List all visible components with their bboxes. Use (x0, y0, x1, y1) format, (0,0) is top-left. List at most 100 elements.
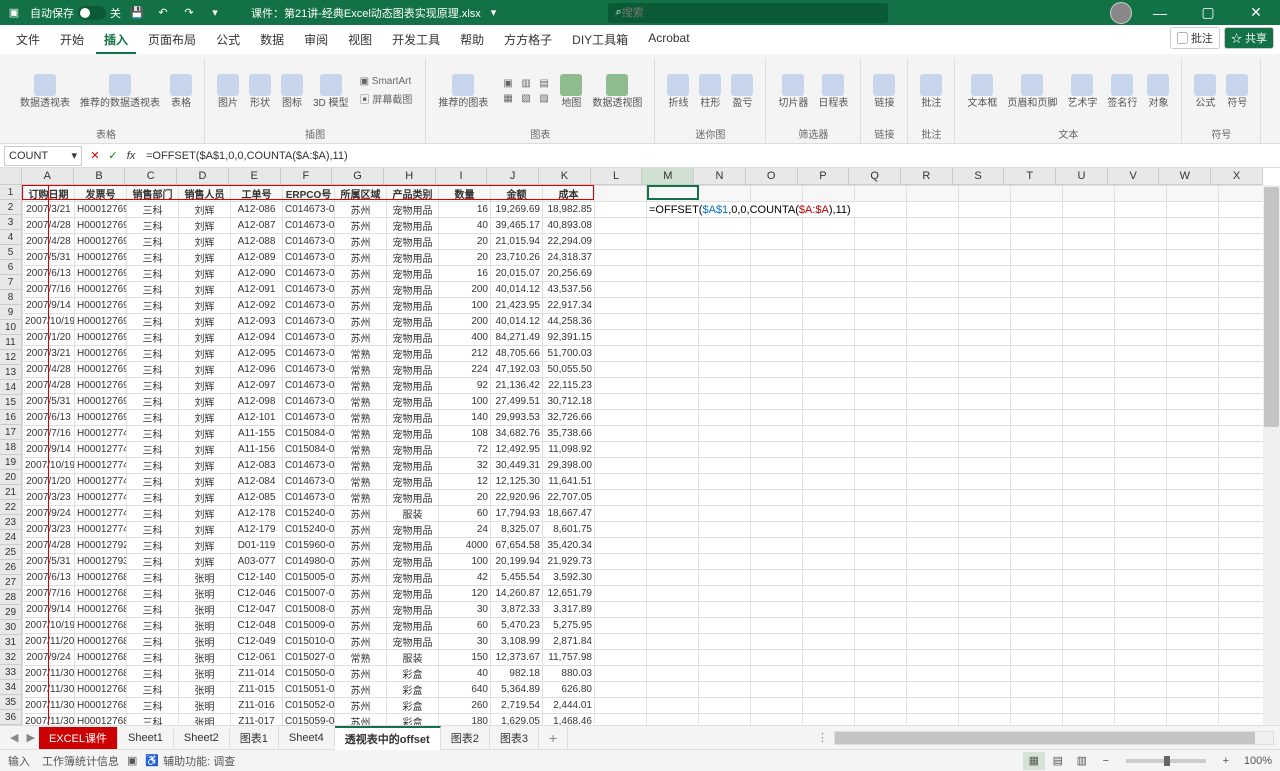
cell-H21[interactable]: 服装 (387, 506, 439, 522)
cell-G29[interactable]: 苏州 (335, 634, 387, 650)
cell-R8[interactable] (907, 298, 959, 314)
cell-Q10[interactable] (855, 330, 907, 346)
minimize-button[interactable]: — (1140, 0, 1180, 25)
cell-B15[interactable]: H00012769 (75, 410, 127, 426)
cell-J12[interactable]: 47,192.03 (491, 362, 543, 378)
comments-button[interactable]: ▢ 批注 (1170, 27, 1220, 49)
cell-M26[interactable] (647, 586, 699, 602)
cell-Q17[interactable] (855, 442, 907, 458)
cell-S7[interactable] (959, 282, 1011, 298)
cell-E33[interactable]: Z11-016 (231, 698, 283, 714)
cell-C23[interactable]: 三科 (127, 538, 179, 554)
cell-G2[interactable]: 苏州 (335, 202, 387, 218)
cell-M2[interactable]: =OFFSET($A$1,0,0,COUNTA($A:$A),11) (647, 202, 907, 218)
cell-P4[interactable] (803, 234, 855, 250)
cell-O16[interactable] (751, 426, 803, 442)
cell-S19[interactable] (959, 474, 1011, 490)
cell-I17[interactable]: 72 (439, 442, 491, 458)
cell-D32[interactable]: 张明 (179, 682, 231, 698)
cell-O6[interactable] (751, 266, 803, 282)
cell-G32[interactable]: 苏州 (335, 682, 387, 698)
cell-N13[interactable] (699, 378, 751, 394)
cell-B3[interactable]: H00012769 (75, 218, 127, 234)
cell-X12[interactable] (1219, 362, 1264, 378)
zoom-in-button[interactable]: + (1215, 752, 1237, 770)
cell-P23[interactable] (803, 538, 855, 554)
cell-Q18[interactable] (855, 458, 907, 474)
cell-D34[interactable]: 张明 (179, 714, 231, 726)
save-icon[interactable]: 💾 (127, 3, 147, 23)
cell-N16[interactable] (699, 426, 751, 442)
ribbon-图标[interactable]: 图标 (279, 72, 305, 111)
cell-D26[interactable]: 张明 (179, 586, 231, 602)
cell-P10[interactable] (803, 330, 855, 346)
cell-S21[interactable] (959, 506, 1011, 522)
cell-J20[interactable]: 22,920.96 (491, 490, 543, 506)
user-avatar[interactable] (1110, 2, 1132, 24)
cell-I8[interactable]: 100 (439, 298, 491, 314)
cell-R25[interactable] (907, 570, 959, 586)
cell-R17[interactable] (907, 442, 959, 458)
cell-M1[interactable] (647, 186, 699, 202)
cell-D30[interactable]: 张明 (179, 650, 231, 666)
col-header-A[interactable]: A (22, 168, 74, 185)
cell-N29[interactable] (699, 634, 751, 650)
cell-X32[interactable] (1219, 682, 1264, 698)
ribbon-切片器[interactable]: 切片器 (776, 72, 810, 111)
cell-J15[interactable]: 29,993.53 (491, 410, 543, 426)
cell-K24[interactable]: 21,929.73 (543, 554, 595, 570)
cell-I27[interactable]: 30 (439, 602, 491, 618)
cell-O18[interactable] (751, 458, 803, 474)
tab-插入[interactable]: 插入 (96, 27, 136, 54)
cell-F31[interactable]: C015050-001 (283, 666, 335, 682)
cell-U15[interactable] (1063, 410, 1115, 426)
cell-H12[interactable]: 宠物用品 (387, 362, 439, 378)
cell-V11[interactable] (1115, 346, 1167, 362)
cell-S24[interactable] (959, 554, 1011, 570)
autosave-toggle[interactable]: 自动保存 关 (30, 5, 121, 21)
cell-R2[interactable] (907, 202, 959, 218)
cell-M4[interactable] (647, 234, 699, 250)
cell-L29[interactable] (595, 634, 647, 650)
cell-C28[interactable]: 三科 (127, 618, 179, 634)
cell-H16[interactable]: 宠物用品 (387, 426, 439, 442)
cell-I12[interactable]: 224 (439, 362, 491, 378)
cell-O14[interactable] (751, 394, 803, 410)
cell-B10[interactable]: H00012769 (75, 330, 127, 346)
cell-K21[interactable]: 18,667.47 (543, 506, 595, 522)
cell-G12[interactable]: 常熟 (335, 362, 387, 378)
cell-S17[interactable] (959, 442, 1011, 458)
tab-帮助[interactable]: 帮助 (452, 27, 492, 54)
cell-N30[interactable] (699, 650, 751, 666)
ribbon-文本框[interactable]: 文本框 (965, 72, 999, 111)
cell-R24[interactable] (907, 554, 959, 570)
cell-X10[interactable] (1219, 330, 1264, 346)
cell-N8[interactable] (699, 298, 751, 314)
cell-N20[interactable] (699, 490, 751, 506)
cell-P13[interactable] (803, 378, 855, 394)
cell-G6[interactable]: 苏州 (335, 266, 387, 282)
cell-P24[interactable] (803, 554, 855, 570)
cell-H7[interactable]: 宠物用品 (387, 282, 439, 298)
cell-I2[interactable]: 16 (439, 202, 491, 218)
cell-V18[interactable] (1115, 458, 1167, 474)
cell-W16[interactable] (1167, 426, 1219, 442)
col-header-H[interactable]: H (384, 168, 436, 185)
cell-M14[interactable] (647, 394, 699, 410)
cell-O20[interactable] (751, 490, 803, 506)
cell-E8[interactable]: A12-092 (231, 298, 283, 314)
cell-T17[interactable] (1011, 442, 1063, 458)
cell-W4[interactable] (1167, 234, 1219, 250)
cell-X22[interactable] (1219, 522, 1264, 538)
cell-X24[interactable] (1219, 554, 1264, 570)
cell-H24[interactable]: 宠物用品 (387, 554, 439, 570)
cell-P17[interactable] (803, 442, 855, 458)
row-header-35[interactable]: 35 (0, 695, 22, 710)
cell-V12[interactable] (1115, 362, 1167, 378)
cell-D20[interactable]: 刘辉 (179, 490, 231, 506)
cell-L10[interactable] (595, 330, 647, 346)
cell-H30[interactable]: 服装 (387, 650, 439, 666)
cell-W9[interactable] (1167, 314, 1219, 330)
cell-U25[interactable] (1063, 570, 1115, 586)
cell-P34[interactable] (803, 714, 855, 726)
